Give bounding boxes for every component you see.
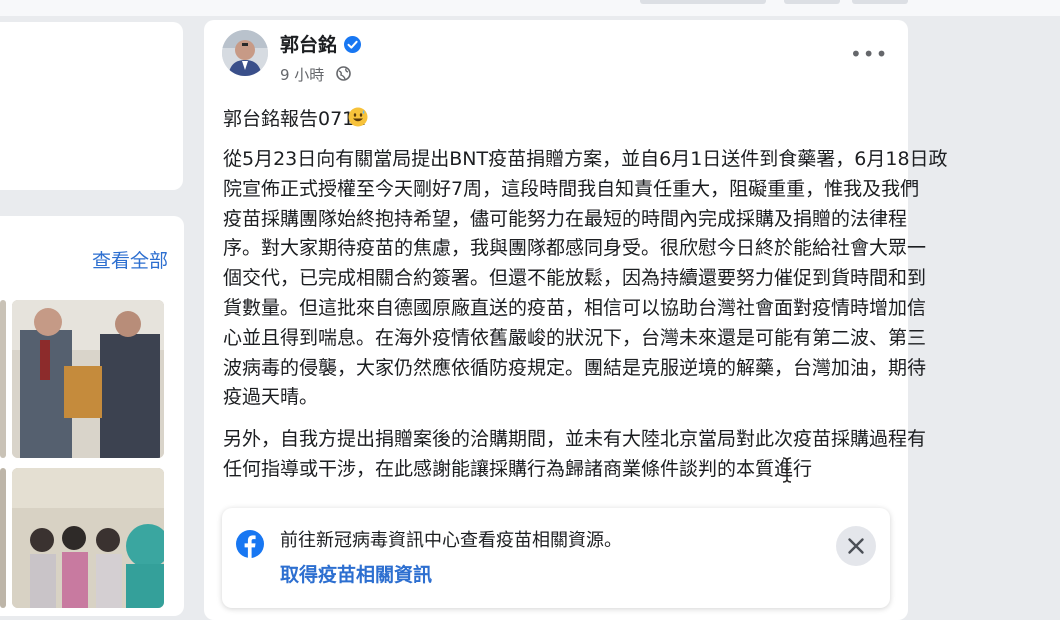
facebook-logo-icon [236,530,264,558]
close-button[interactable] [836,526,876,566]
top-bar [0,0,1060,16]
text-line: 疫過天晴。 [223,386,319,409]
photo-image [12,468,164,608]
text-line: 另外，自我方提出捐贈案後的洽購期間，並未有大陸北京當局對此次疫苗採購過程有 [223,428,927,450]
photo-thumbnail[interactable] [12,300,164,458]
covid-info-text: 前往新冠病毒資訊中心查看疫苗相關資源。 [280,530,622,551]
text-line: 貨數量。但這批來自德國原廠直送的疫苗，相信可以協助台灣社會面對疫情時增加信 [223,296,927,319]
top-tab-indicator[interactable] [640,0,766,4]
close-icon [848,538,864,554]
photo-thumbnail[interactable] [0,468,6,608]
photo-thumbnail[interactable] [12,468,164,608]
text-line: 疫苗採購團隊始終抱持希望，儘可能努力在最短的時間內完成採購及捐贈的法律程 [223,207,908,230]
text-line: 從5月23日向有關當局提出BNT疫苗捐贈方案，並自6月1日送件到食藥署，6月18… [223,148,948,170]
grinning-sweat-emoji-icon [348,107,368,127]
post-paragraph-1: 從5月23日向有關當局提出BNT疫苗捐贈方案，並自6月1日送件到食藥署，6月18… [223,145,948,413]
globe-icon [336,66,351,81]
post-headline: 郭台銘報告0712 [223,108,367,130]
more-options-icon[interactable]: ••• [850,42,887,70]
top-tab-indicator[interactable] [784,0,840,4]
author-avatar[interactable] [222,30,268,76]
photo-thumbnail[interactable] [0,300,6,458]
text-line: 心並且得到喘息。在海外疫情依舊嚴峻的狀況下，台灣未來還是可能有第二波、第三 [223,326,927,349]
post-paragraph-2: 另外，自我方提出捐贈案後的洽購期間，並未有大陸北京當局對此次疫苗採購過程有 任何… [223,425,927,485]
text-cursor-icon [782,457,792,483]
post-timestamp[interactable]: 9 小時 [280,64,324,85]
verified-badge-icon [344,36,361,53]
avatar-image [222,30,268,76]
text-line: 波病毒的侵襲，大家仍然應依循防疫規定。團結是克服逆境的解藥，台灣加油，期待 [223,356,927,379]
covid-info-card [222,508,890,608]
sidebar-card [0,22,183,190]
text-line: 院宣佈正式授權至今天剛好7周，這段時間我自知責任重大，阻礙重重，惟我及我們 [223,177,920,200]
text-line: 個交代，已完成相關合約簽署。但還不能放鬆，因為持續還要努力催促到貨時間和到 [223,267,927,290]
vaccine-info-link[interactable]: 取得疫苗相關資訊 [280,560,432,587]
top-tab-indicator[interactable] [852,0,908,4]
photo-image [12,300,164,458]
see-all-link[interactable]: 查看全部 [92,246,168,273]
text-line: 序。對大家期待疫苗的焦慮，我與團隊都感同身受。很欣慰今日終於能給社會大眾一 [223,237,927,260]
text-line: 任何指導或干涉，在此感謝能讓採購行為歸諸商業條件談判的本質進行 [223,457,813,480]
author-name[interactable]: 郭台銘 [280,30,337,57]
